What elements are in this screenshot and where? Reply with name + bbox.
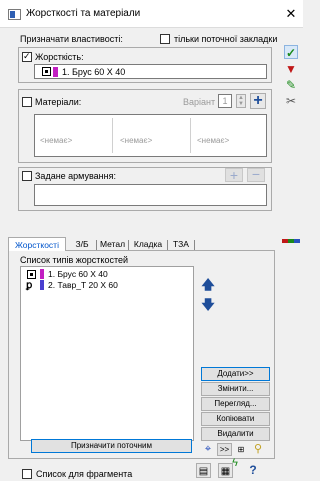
section-icon bbox=[27, 270, 36, 279]
stiffness-list[interactable] bbox=[20, 266, 194, 441]
window-title: Жорсткості та матеріали bbox=[26, 8, 141, 19]
item-color-swatch bbox=[40, 269, 44, 279]
tab-tza[interactable]: ТЗА bbox=[168, 237, 194, 251]
add-reinforcement-button[interactable]: + bbox=[225, 168, 243, 182]
current-tab-only-checkbox[interactable] bbox=[160, 34, 170, 44]
variant-spinner[interactable]: ▲ ▼ bbox=[236, 94, 246, 108]
tab-separator bbox=[194, 240, 195, 250]
select-filter-icon[interactable]: ⌖ bbox=[201, 443, 215, 456]
add-button[interactable]: Додати>> bbox=[201, 367, 270, 381]
material-slot-1: <немає> bbox=[40, 136, 73, 145]
variant-input[interactable]: 1 bbox=[218, 94, 232, 108]
materials-label: Матеріали: bbox=[35, 97, 82, 107]
list-item-label: 1. Брус 60 X 40 bbox=[48, 269, 108, 279]
pick-icon[interactable]: ⚲ bbox=[251, 443, 265, 456]
delete-button[interactable]: Видалити bbox=[201, 427, 270, 441]
material-slot-3: <немає> bbox=[197, 136, 230, 145]
stiffness-value: 1. Брус 60 X 40 bbox=[62, 67, 126, 77]
tab-concrete[interactable]: З/Б bbox=[68, 237, 96, 251]
list-item[interactable]: 1. Брус 60 X 40 bbox=[22, 269, 192, 280]
filter-icon[interactable]: ▼ bbox=[284, 62, 298, 76]
remove-reinforcement-button[interactable]: − bbox=[247, 167, 265, 182]
fragment-list-checkbox[interactable] bbox=[22, 469, 32, 479]
assign-current-button[interactable]: Призначити поточним bbox=[31, 439, 192, 453]
materials-divider bbox=[190, 118, 191, 153]
assign-properties-label: Призначати властивості: bbox=[20, 34, 123, 44]
fragment-list-label: Список для фрагмента bbox=[36, 469, 133, 479]
table-icon[interactable]: ▦ bbox=[218, 463, 233, 478]
move-up-icon[interactable]: 🡅 bbox=[201, 278, 215, 292]
grid-icon[interactable]: ⊞ bbox=[234, 443, 248, 456]
tee-section-icon: ꝑ bbox=[26, 280, 33, 291]
view-button[interactable]: Перегляд... bbox=[201, 397, 270, 411]
stiffness-label: Жорсткість: bbox=[35, 52, 84, 62]
reinforcement-checkbox[interactable] bbox=[22, 171, 32, 181]
stiffness-color-swatch bbox=[53, 67, 58, 77]
pencil-icon[interactable]: ✎ bbox=[284, 78, 298, 92]
help-button[interactable]: ? bbox=[246, 462, 260, 478]
move-down-icon[interactable]: 🡇 bbox=[201, 298, 215, 312]
stiffness-checkbox[interactable] bbox=[22, 51, 32, 62]
document-icon[interactable]: ▤ bbox=[196, 463, 211, 478]
reinforcement-label: Задане армування: bbox=[35, 171, 116, 181]
list-item-label: 2. Тавр_Т 20 X 60 bbox=[48, 280, 118, 290]
title-bar: Жорсткості та матеріали ✕ bbox=[0, 0, 303, 28]
list-header: Список типів жорсткостей bbox=[20, 255, 128, 265]
current-tab-only-label: тільки поточної закладки bbox=[174, 34, 278, 44]
transfer-all-button[interactable]: >> bbox=[217, 443, 232, 456]
add-material-button[interactable]: + bbox=[250, 93, 266, 109]
close-icon[interactable]: ✕ bbox=[282, 5, 300, 23]
copy-button[interactable]: Копіювати bbox=[201, 412, 270, 426]
material-slot-2: <немає> bbox=[120, 136, 153, 145]
section-icon bbox=[42, 67, 51, 76]
change-button[interactable]: Змінити... bbox=[201, 382, 270, 396]
materials-divider bbox=[112, 118, 113, 153]
tab-metal[interactable]: Метал bbox=[97, 237, 128, 251]
materials-checkbox[interactable] bbox=[22, 97, 32, 107]
app-icon bbox=[8, 9, 21, 20]
apply-check-icon[interactable]: ✓ bbox=[284, 45, 298, 60]
item-color-swatch bbox=[40, 280, 44, 290]
tab-masonry[interactable]: Кладка bbox=[129, 237, 167, 251]
color-bar-icon[interactable] bbox=[282, 237, 300, 245]
scissors-icon[interactable]: ✂ bbox=[284, 94, 298, 108]
tab-stiffness[interactable]: Жорсткості bbox=[8, 237, 66, 251]
variant-label: Варіант bbox=[183, 97, 216, 107]
list-item[interactable]: ꝑ 2. Тавр_Т 20 X 60 bbox=[22, 280, 192, 291]
reinforcement-field[interactable] bbox=[34, 184, 267, 206]
